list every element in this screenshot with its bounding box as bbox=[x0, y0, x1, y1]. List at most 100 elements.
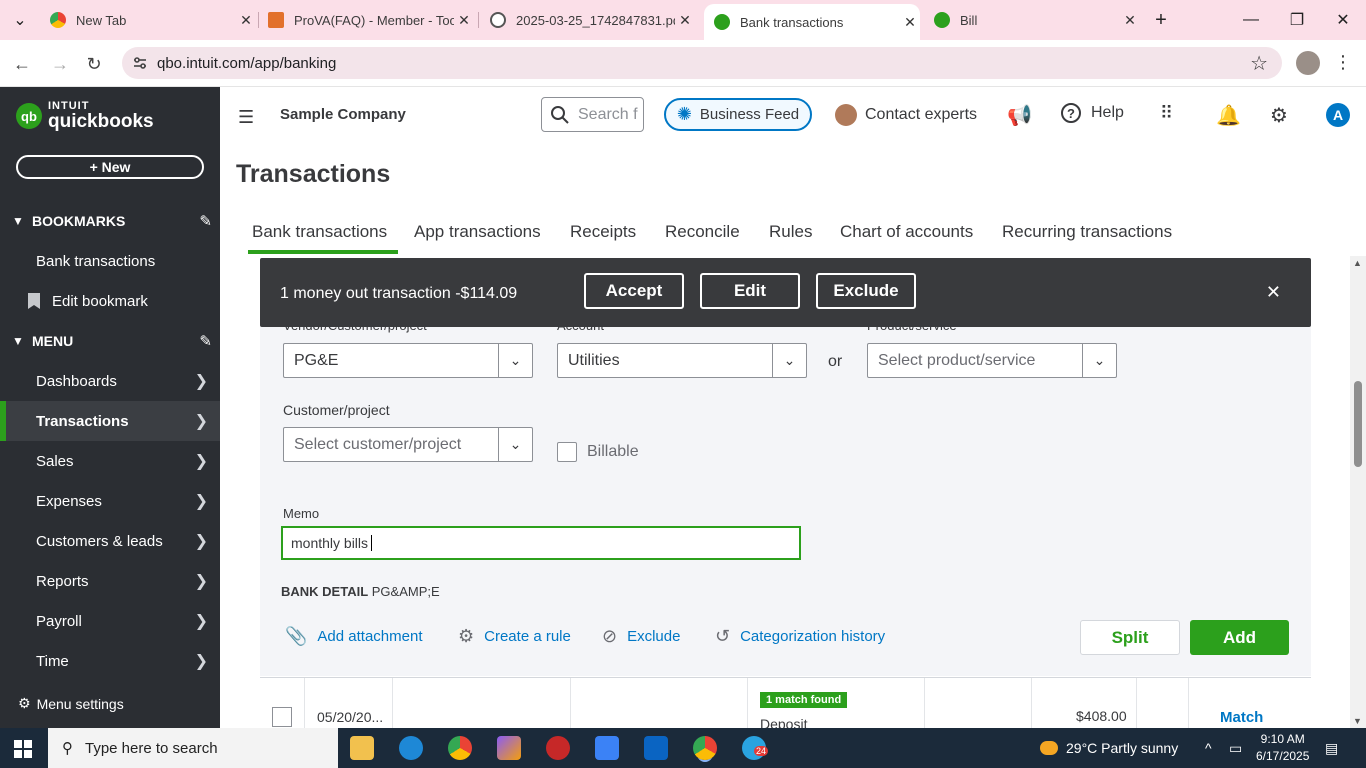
windows-start-icon[interactable] bbox=[14, 740, 32, 758]
memo-input[interactable]: monthly bills bbox=[281, 526, 801, 560]
tab-reconcile[interactable]: Reconcile bbox=[665, 222, 740, 242]
browser-menu-icon[interactable]: ⋮ bbox=[1334, 52, 1352, 73]
window-close-button[interactable]: ✕ bbox=[1320, 0, 1366, 40]
sidebar-item-time[interactable]: Time ❯ bbox=[0, 641, 220, 681]
taskbar-clock[interactable]: 9:10 AM 6/17/2025 bbox=[1256, 731, 1309, 765]
sidebar-item-expenses[interactable]: Expenses ❯ bbox=[0, 481, 220, 521]
browser-tab-new-tab[interactable]: New Tab ✕ bbox=[44, 0, 256, 40]
outlook-icon[interactable] bbox=[644, 736, 668, 760]
sidebar-item-sales[interactable]: Sales ❯ bbox=[0, 441, 220, 481]
scroll-up-icon[interactable]: ▲ bbox=[1353, 258, 1362, 268]
tab-bank-transactions[interactable]: Bank transactions bbox=[252, 222, 387, 242]
bell-icon[interactable]: 🔔 bbox=[1216, 103, 1241, 128]
row-checkbox[interactable] bbox=[272, 707, 292, 727]
quickbooks-logo[interactable]: qb INTUIT quickbooks bbox=[16, 101, 154, 131]
forward-icon[interactable]: → bbox=[46, 50, 74, 78]
close-icon[interactable]: ✕ bbox=[900, 14, 920, 31]
browser-tab-bank-transactions[interactable]: Bank transactions ✕ bbox=[704, 4, 920, 40]
tab-rules[interactable]: Rules bbox=[769, 222, 812, 242]
pencil-icon[interactable]: ✎ bbox=[199, 212, 212, 230]
roblox-icon[interactable] bbox=[595, 736, 619, 760]
sidebar-item-customers-leads[interactable]: Customers & leads ❯ bbox=[0, 521, 220, 561]
chevron-down-icon[interactable]: ⌄ bbox=[498, 344, 532, 377]
reload-icon[interactable]: ↻ bbox=[80, 50, 108, 78]
close-icon[interactable]: ✕ bbox=[1266, 282, 1281, 303]
url-input[interactable]: qbo.intuit.com/app/banking ☆ bbox=[122, 47, 1282, 79]
maximize-button[interactable]: ❐ bbox=[1274, 0, 1320, 40]
battery-icon[interactable]: ▭ bbox=[1229, 728, 1242, 768]
browser-tab-bill[interactable]: Bill ✕ bbox=[934, 0, 1140, 40]
megaphone-icon[interactable]: 📢 bbox=[1007, 103, 1032, 128]
apps-grid-icon[interactable]: ⠿ bbox=[1160, 103, 1173, 124]
weather-widget[interactable]: 29°C Partly sunny bbox=[1040, 728, 1178, 768]
exclude-link[interactable]: ⊘ Exclude bbox=[602, 626, 680, 647]
product-service-select[interactable]: Select product/service ⌄ bbox=[867, 343, 1117, 378]
telegram-icon[interactable]: 24 bbox=[742, 736, 769, 760]
back-icon[interactable]: ← bbox=[8, 50, 36, 78]
bookmark-star-icon[interactable]: ☆ bbox=[1250, 51, 1268, 76]
close-icon[interactable]: ✕ bbox=[675, 12, 695, 29]
sidebar-item-payroll[interactable]: Payroll ❯ bbox=[0, 601, 220, 641]
profile-avatar[interactable] bbox=[1296, 51, 1320, 75]
close-icon[interactable]: ✕ bbox=[1120, 12, 1140, 29]
chevron-down-icon[interactable]: ⌄ bbox=[772, 344, 806, 377]
billable-checkbox[interactable] bbox=[557, 442, 577, 462]
sidebar-item-reports[interactable]: Reports ❯ bbox=[0, 561, 220, 601]
business-feed-button[interactable]: ✺ Business Feed bbox=[664, 98, 812, 131]
taskbar-search-input[interactable]: ⚲ Type here to search bbox=[48, 728, 338, 768]
close-icon[interactable]: ✕ bbox=[454, 12, 474, 29]
customer-project-select[interactable]: Select customer/project ⌄ bbox=[283, 427, 533, 462]
tab-recurring-transactions[interactable]: Recurring transactions bbox=[1002, 222, 1172, 242]
scrollbar[interactable]: ▲ ▼ bbox=[1350, 256, 1366, 728]
edit-button[interactable]: Edit bbox=[700, 273, 800, 309]
tab-search-button[interactable]: ⌄ bbox=[0, 0, 40, 40]
browser-tab-pdf[interactable]: 2025-03-25_1742847831.pdf ✕ bbox=[490, 0, 695, 40]
sidebar-item-edit-bookmark[interactable]: Edit bookmark bbox=[0, 281, 220, 321]
chevron-down-icon[interactable]: ⌄ bbox=[1082, 344, 1116, 377]
scrollbar-thumb[interactable] bbox=[1354, 381, 1362, 467]
split-button[interactable]: Split bbox=[1080, 620, 1180, 655]
accept-button[interactable]: Accept bbox=[584, 273, 684, 309]
tab-app-transactions[interactable]: App transactions bbox=[414, 222, 541, 242]
search-input[interactable]: Search f bbox=[541, 97, 644, 132]
file-explorer-icon[interactable] bbox=[350, 736, 374, 760]
add-attachment-link[interactable]: 📎 Add attachment bbox=[285, 626, 423, 647]
new-tab-button[interactable]: + bbox=[1138, 0, 1184, 40]
game-app-icon[interactable] bbox=[546, 736, 570, 760]
categorization-history-link[interactable]: ↺ Categorization history bbox=[715, 626, 885, 647]
help-button[interactable]: ? Help bbox=[1061, 103, 1124, 123]
chrome-icon[interactable] bbox=[448, 736, 472, 760]
tab-receipts[interactable]: Receipts bbox=[570, 222, 636, 242]
user-avatar[interactable]: A bbox=[1326, 103, 1350, 127]
close-icon[interactable]: ✕ bbox=[236, 12, 256, 29]
contact-experts-button[interactable]: Contact experts bbox=[835, 104, 977, 126]
sidebar-item-transactions[interactable]: Transactions ❯ bbox=[0, 401, 220, 441]
browser-tab-prova[interactable]: ProVA(FAQ) - Member - Too ✕ bbox=[268, 0, 474, 40]
sidebar-item-dashboards[interactable]: Dashboards ❯ bbox=[0, 361, 220, 401]
minimize-button[interactable]: — bbox=[1228, 0, 1274, 40]
exclude-button[interactable]: Exclude bbox=[816, 273, 916, 309]
tab-chart-of-accounts[interactable]: Chart of accounts bbox=[840, 222, 973, 242]
chevron-down-icon[interactable]: ⌄ bbox=[498, 428, 532, 461]
add-button[interactable]: Add bbox=[1190, 620, 1289, 655]
vendor-select[interactable]: PG&E ⌄ bbox=[283, 343, 533, 378]
gear-icon[interactable]: ⚙ bbox=[1270, 103, 1288, 128]
tray-chevron-icon[interactable]: ^ bbox=[1205, 728, 1212, 768]
copilot-icon[interactable] bbox=[497, 736, 521, 760]
match-link[interactable]: Match bbox=[1220, 709, 1263, 726]
chrome-active-icon[interactable] bbox=[693, 736, 717, 760]
pencil-icon[interactable]: ✎ bbox=[199, 332, 212, 350]
edge-icon[interactable] bbox=[399, 736, 423, 760]
scroll-down-icon[interactable]: ▼ bbox=[1353, 716, 1362, 726]
table-row[interactable]: 05/20/20... 1 match found Deposit $408.0… bbox=[260, 677, 1311, 732]
create-rule-link[interactable]: ⚙ Create a rule bbox=[458, 626, 571, 647]
menu-settings-link[interactable]: ⚙ Menu settings bbox=[18, 695, 124, 712]
site-info-icon[interactable] bbox=[132, 55, 148, 71]
bookmarks-header[interactable]: ▼ BOOKMARKS ✎ bbox=[12, 212, 212, 230]
menu-header[interactable]: ▼ MENU ✎ bbox=[12, 332, 212, 350]
sidebar-item-bank-transactions[interactable]: Bank transactions bbox=[0, 241, 220, 281]
new-button[interactable]: + New bbox=[16, 155, 204, 179]
account-select[interactable]: Utilities ⌄ bbox=[557, 343, 807, 378]
notifications-icon[interactable]: ▤ bbox=[1325, 728, 1338, 768]
collapse-menu-icon[interactable]: ☰ bbox=[238, 107, 254, 128]
